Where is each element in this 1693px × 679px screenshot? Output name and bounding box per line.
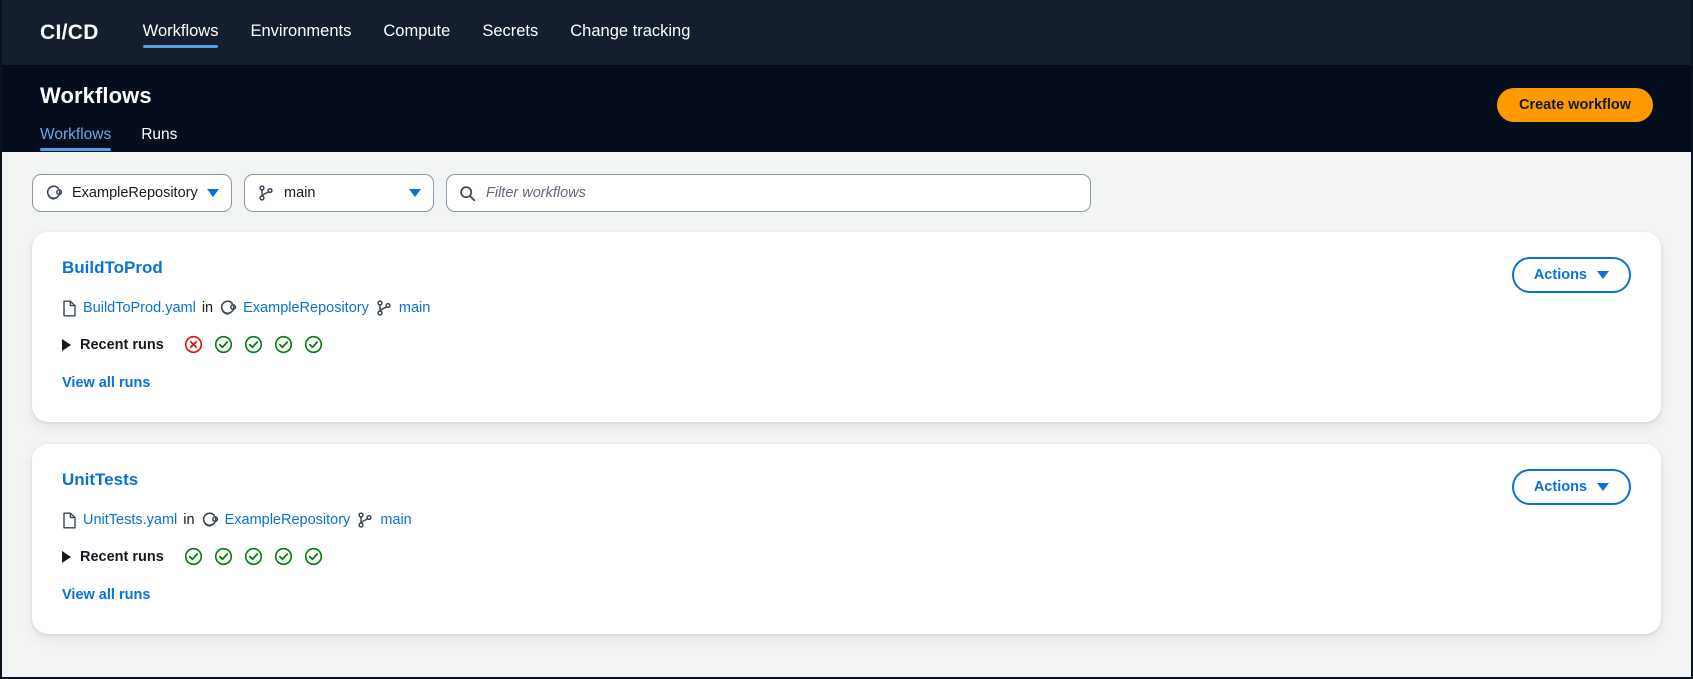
nav-item-environments[interactable]: Environments [250,19,351,47]
workflow-name-link[interactable]: UnitTests [62,470,138,490]
header-tab-list: Workflows Runs [40,126,1653,151]
search-input[interactable] [486,185,1078,201]
workflow-card: BuildToProd BuildToProd.yaml in ExampleR… [32,232,1661,422]
nav-item-secrets[interactable]: Secrets [482,19,538,47]
workflow-repository-link[interactable]: ExampleRepository [243,300,369,316]
actions-button-label: Actions [1533,479,1587,495]
repository-icon [219,299,237,317]
nav-item-workflows[interactable]: Workflows [142,19,218,48]
repository-select-value: ExampleRepository [72,185,198,201]
meta-in-word: in [201,300,214,316]
repository-select[interactable]: ExampleRepository [32,174,232,212]
workflow-meta-row: UnitTests.yaml in ExampleRepository main [62,511,1631,529]
workflow-repository-link[interactable]: ExampleRepository [225,512,351,528]
recent-runs-status-list [184,547,323,566]
run-status-success-icon[interactable] [244,335,263,354]
branch-select[interactable]: main [244,174,434,212]
recent-runs-label: Recent runs [80,336,164,353]
run-status-success-icon[interactable] [304,335,323,354]
nav-item-compute[interactable]: Compute [383,19,450,47]
run-status-success-icon[interactable] [244,547,263,566]
run-status-success-icon[interactable] [274,547,293,566]
workflow-meta-row: BuildToProd.yaml in ExampleRepository ma… [62,299,1631,317]
chevron-down-icon [1597,483,1609,491]
repository-icon [201,511,219,529]
chevron-down-icon [409,189,421,197]
file-icon [62,300,77,317]
branch-icon [356,511,374,529]
primary-nav-list: Workflows Environments Compute Secrets C… [142,0,690,65]
branch-icon [375,299,393,317]
run-status-success-icon[interactable] [184,547,203,566]
recent-runs-label: Recent runs [80,548,164,565]
actions-button[interactable]: Actions [1511,469,1631,505]
top-navigation-bar: CI/CD Workflows Environments Compute Sec… [2,0,1691,65]
workflow-card: UnitTests UnitTests.yaml in ExampleRepos… [32,444,1661,634]
branch-icon [257,184,275,202]
filter-bar: ExampleRepository main [32,152,1661,232]
tab-runs[interactable]: Runs [141,126,177,151]
search-icon [459,185,476,202]
workflow-file-link[interactable]: BuildToProd.yaml [83,300,196,316]
branch-select-value: main [284,185,316,201]
chevron-down-icon [207,189,219,197]
recent-runs-row: Recent runs [62,335,1631,354]
workflow-branch-link[interactable]: main [380,512,411,528]
app-brand-logo: CI/CD [40,20,99,44]
run-status-success-icon[interactable] [274,335,293,354]
expand-triangle-icon[interactable] [62,338,71,351]
tab-workflows[interactable]: Workflows [40,126,112,151]
recent-runs-row: Recent runs [62,547,1631,566]
run-status-success-icon[interactable] [214,335,233,354]
actions-button-label: Actions [1533,267,1587,283]
repository-icon [45,184,63,202]
expand-triangle-icon[interactable] [62,550,71,563]
file-icon [62,512,77,529]
workflow-branch-link[interactable]: main [399,300,430,316]
meta-in-word: in [183,512,195,528]
view-all-runs-link[interactable]: View all runs [62,375,150,391]
nav-item-change-tracking[interactable]: Change tracking [570,19,690,47]
create-workflow-button[interactable]: Create workflow [1497,88,1653,122]
page-header: Workflows Workflows Runs Create workflow [2,65,1691,152]
recent-runs-status-list [184,335,323,354]
workflow-name-link[interactable]: BuildToProd [62,258,163,278]
view-all-runs-link[interactable]: View all runs [62,587,150,603]
search-field-wrapper[interactable] [446,174,1091,212]
run-status-success-icon[interactable] [214,547,233,566]
run-status-success-icon[interactable] [304,547,323,566]
workflow-file-link[interactable]: UnitTests.yaml [83,512,177,528]
actions-button[interactable]: Actions [1511,257,1631,293]
run-status-failed-icon[interactable] [184,335,203,354]
application-window: CI/CD Workflows Environments Compute Sec… [0,0,1693,679]
main-content: ExampleRepository main Filter workflows … [2,152,1691,677]
page-title: Workflows [40,83,152,108]
chevron-down-icon [1597,271,1609,279]
